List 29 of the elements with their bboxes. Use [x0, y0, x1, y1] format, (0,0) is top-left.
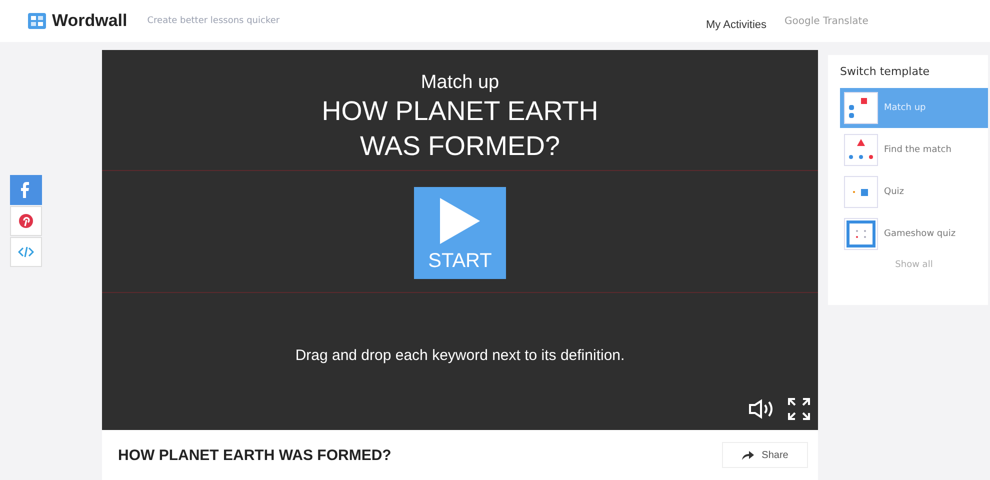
activity-title: HOW PLANET EARTH WAS FORMED? — [118, 446, 392, 464]
template-thumbnail-icon — [844, 218, 878, 250]
panel-heading: Switch template — [840, 65, 931, 78]
template-thumbnail-icon — [844, 134, 878, 166]
logo-text[interactable]: Wordwall — [52, 11, 128, 31]
pinterest-icon — [18, 212, 34, 230]
nav-link[interactable]: My Activities — [700, 11, 773, 31]
template-item[interactable]: Find the match — [840, 130, 988, 170]
template-item[interactable]: Match up — [840, 88, 988, 128]
template-item[interactable]: Quiz — [840, 172, 988, 212]
play-icon — [440, 198, 480, 244]
game-title: HOW PLANET EARTH WAS FORMED? — [320, 95, 600, 164]
tagline: Create better lessons quicker — [147, 16, 280, 26]
fullscreen-icon[interactable] — [788, 398, 810, 420]
logo-icon — [28, 13, 46, 29]
pinterest-share-button[interactable] — [10, 206, 42, 236]
share-arrow-icon — [742, 450, 754, 460]
start-button[interactable]: START — [414, 187, 506, 280]
nav-link[interactable]: Google Translate — [778, 16, 874, 26]
show-all-link[interactable]: Show all — [895, 260, 933, 270]
speaker-icon[interactable] — [748, 399, 774, 419]
facebook-share-button[interactable] — [10, 175, 42, 205]
embed-share-button[interactable] — [10, 237, 42, 267]
template-thumbnail-icon — [844, 176, 878, 208]
instructions-text: Drag and drop each keyword next to its definition. — [295, 347, 625, 364]
template-item[interactable]: Gameshow quiz — [840, 214, 988, 254]
share-button[interactable]: Share — [722, 442, 808, 468]
game-type: Match up — [420, 72, 500, 94]
template-thumbnail-icon — [844, 92, 878, 124]
